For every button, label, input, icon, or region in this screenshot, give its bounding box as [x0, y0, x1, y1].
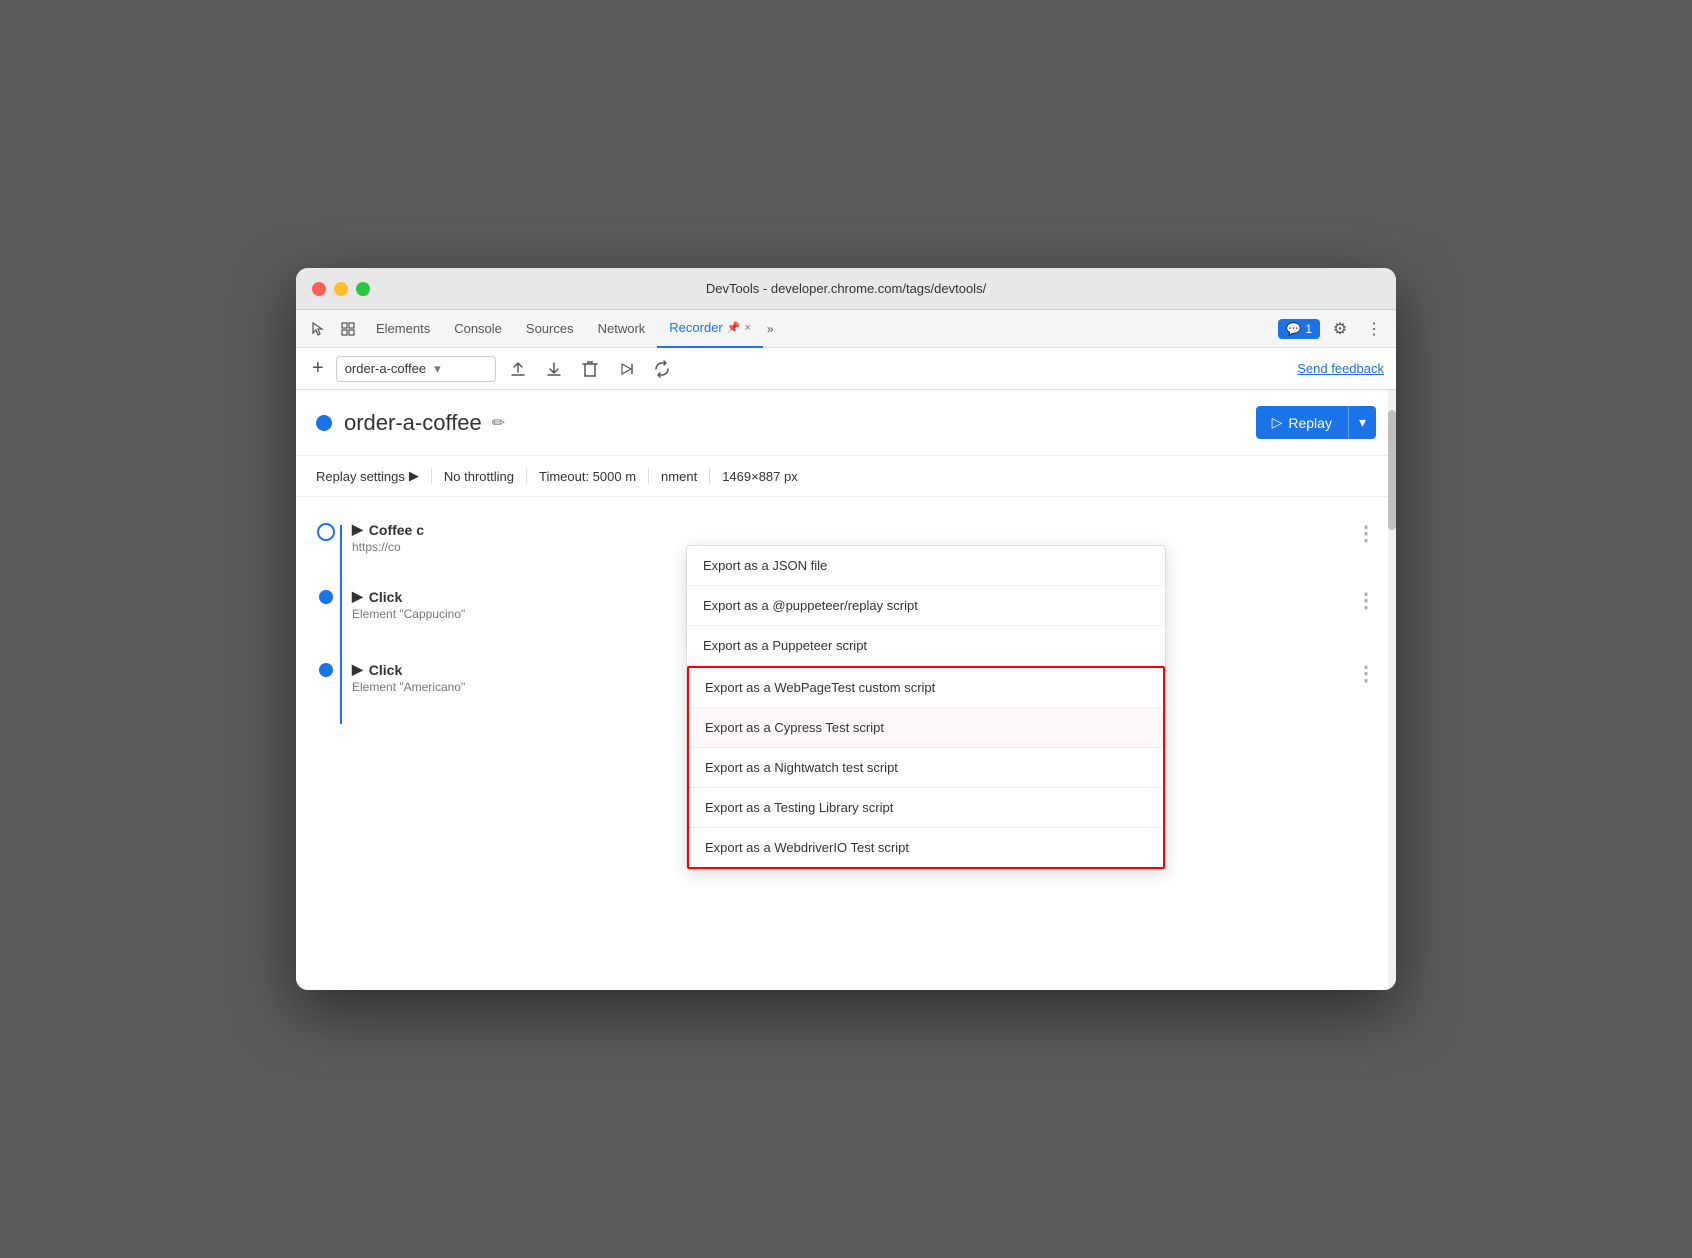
- settings-title[interactable]: Replay settings ▶: [316, 468, 419, 484]
- step-expand-icon-3[interactable]: ▶: [352, 661, 363, 678]
- step-more-click2[interactable]: ⋮: [1356, 661, 1376, 686]
- edit-recording-icon[interactable]: ✏: [492, 413, 505, 433]
- step-more-click1[interactable]: ⋮: [1356, 588, 1376, 613]
- step-node-click1: [319, 590, 333, 604]
- settings-icon[interactable]: ⚙: [1326, 315, 1354, 343]
- play-icon: ▷: [1272, 414, 1283, 431]
- replay-button[interactable]: ▷ Replay: [1256, 406, 1348, 439]
- tab-console[interactable]: Console: [442, 310, 514, 348]
- environment-label: nment: [661, 469, 697, 484]
- dropdown-highlight-group: Export as a WebPageTest custom script Ex…: [687, 666, 1165, 869]
- recorder-close-icon[interactable]: ×: [744, 322, 750, 334]
- tab-recorder[interactable]: Recorder 📌 ×: [657, 310, 763, 348]
- recording-selector[interactable]: order-a-coffee ▾: [336, 356, 496, 382]
- recorder-pin-icon: 📌: [727, 321, 741, 334]
- export-webpagetest-item[interactable]: Export as a WebPageTest custom script: [689, 668, 1163, 708]
- feedback-badge[interactable]: 💬 1: [1278, 319, 1320, 339]
- step-title-navigate: Coffee c: [369, 522, 424, 538]
- download-button[interactable]: [540, 355, 568, 383]
- minimize-button[interactable]: [334, 282, 348, 296]
- tab-actions: 💬 1 ⚙ ⋮: [1278, 315, 1388, 343]
- replay-dropdown-button[interactable]: ▾: [1348, 406, 1376, 439]
- traffic-lights: [312, 282, 370, 296]
- step-more-navigate[interactable]: ⋮: [1356, 521, 1376, 546]
- chevron-down-icon: ▾: [434, 361, 441, 377]
- recording-header: order-a-coffee ✏ ▷ Replay ▾: [296, 390, 1396, 456]
- upload-button[interactable]: [504, 355, 532, 383]
- export-puppeteer-item[interactable]: Export as a Puppeteer script: [687, 626, 1165, 666]
- settings-section: Replay settings ▶ No throttling Timeout:…: [296, 456, 1396, 497]
- inspect-icon[interactable]: [334, 315, 362, 343]
- export-puppeteer-replay-item[interactable]: Export as a @puppeteer/replay script: [687, 586, 1165, 626]
- main-content: order-a-coffee ✏ ▷ Replay ▾ Replay setti…: [296, 390, 1396, 990]
- close-button[interactable]: [312, 282, 326, 296]
- titlebar: DevTools - developer.chrome.com/tags/dev…: [296, 268, 1396, 310]
- send-feedback-link[interactable]: Send feedback: [1297, 361, 1384, 376]
- export-testing-library-item[interactable]: Export as a Testing Library script: [689, 788, 1163, 828]
- devtools-tabbar: Elements Console Sources Network Recorde…: [296, 310, 1396, 348]
- export-cypress-item[interactable]: Export as a Cypress Test script: [689, 708, 1163, 748]
- devtools-window: DevTools - developer.chrome.com/tags/dev…: [296, 268, 1396, 990]
- add-recording-button[interactable]: +: [308, 357, 328, 380]
- dimensions-label: 1469×887 px: [722, 469, 798, 484]
- delete-button[interactable]: [576, 355, 604, 383]
- pointer-icon[interactable]: [304, 315, 332, 343]
- step-title-click2: Click: [369, 662, 402, 678]
- replay-loop-button[interactable]: [648, 355, 676, 383]
- step-title-click1: Click: [369, 589, 402, 605]
- more-tabs-icon[interactable]: »: [763, 322, 778, 336]
- timeout-label: Timeout: 5000 m: [539, 469, 636, 484]
- replay-button-group: ▷ Replay ▾: [1256, 406, 1376, 439]
- step-node-click2: [319, 663, 333, 677]
- export-nightwatch-item[interactable]: Export as a Nightwatch test script: [689, 748, 1163, 788]
- settings-divider-4: [709, 468, 710, 484]
- step-expand-icon[interactable]: ▶: [352, 521, 363, 538]
- tab-network[interactable]: Network: [586, 310, 658, 348]
- step-play-button[interactable]: [612, 355, 640, 383]
- replay-label: Replay: [1288, 415, 1332, 431]
- recording-title: order-a-coffee: [344, 410, 482, 436]
- step-expand-icon-2[interactable]: ▶: [352, 588, 363, 605]
- window-title: DevTools - developer.chrome.com/tags/dev…: [706, 281, 986, 296]
- tab-elements[interactable]: Elements: [364, 310, 442, 348]
- tab-sources[interactable]: Sources: [514, 310, 586, 348]
- recording-status-dot: [316, 415, 332, 431]
- settings-divider-2: [526, 468, 527, 484]
- scrollbar-thumb[interactable]: [1388, 410, 1396, 530]
- recorder-toolbar: + order-a-coffee ▾: [296, 348, 1396, 390]
- maximize-button[interactable]: [356, 282, 370, 296]
- throttling-label: No throttling: [444, 469, 514, 484]
- settings-divider-3: [648, 468, 649, 484]
- scrollbar-track: [1388, 390, 1396, 990]
- more-options-icon[interactable]: ⋮: [1360, 315, 1388, 343]
- export-dropdown: Export as a JSON file Export as a @puppe…: [686, 545, 1166, 870]
- export-json-item[interactable]: Export as a JSON file: [687, 546, 1165, 586]
- settings-divider: [431, 468, 432, 484]
- settings-arrow-icon: ▶: [409, 468, 419, 484]
- step-node-navigate: [317, 523, 335, 541]
- recording-selector-text: order-a-coffee: [345, 361, 426, 376]
- export-webdriverio-item[interactable]: Export as a WebdriverIO Test script: [689, 828, 1163, 867]
